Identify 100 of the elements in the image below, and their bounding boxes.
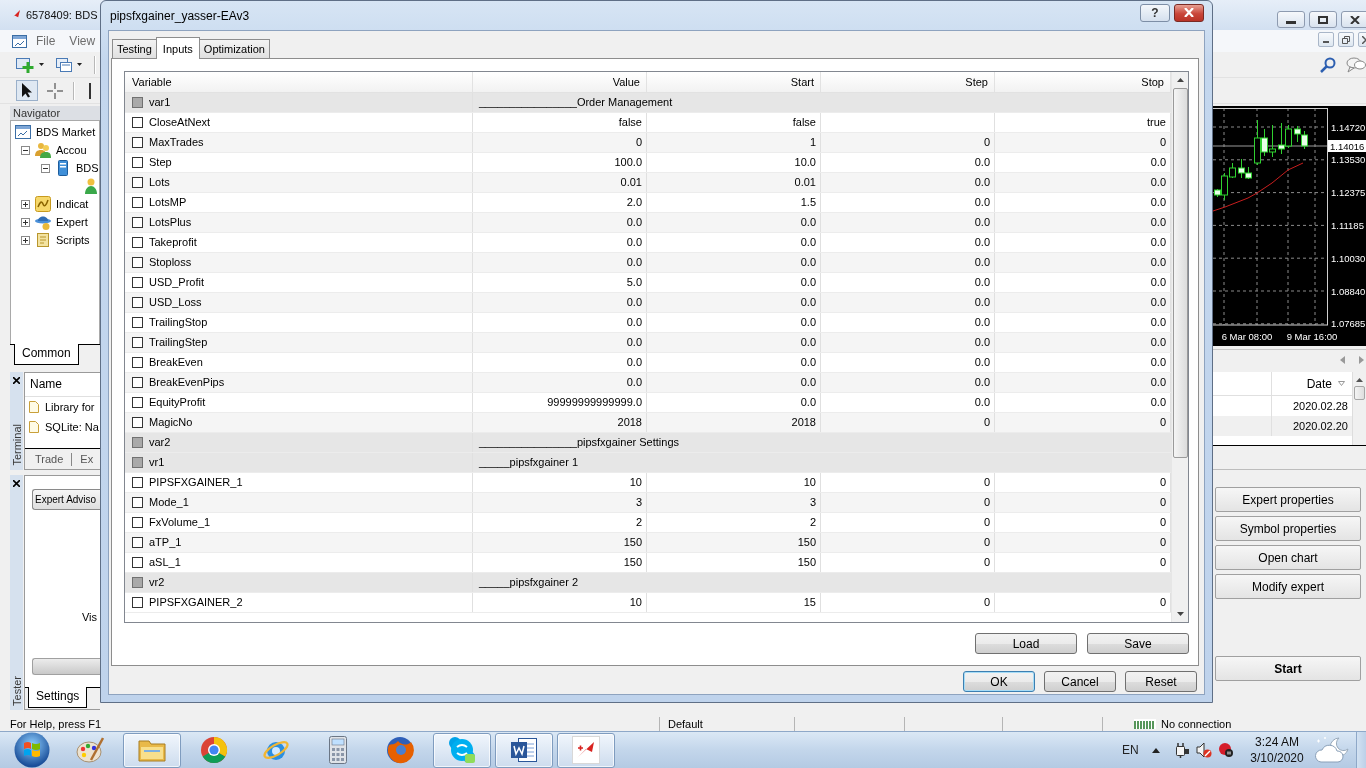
scrollbar[interactable] [1171, 72, 1188, 622]
table-cell[interactable]: 0.0 [821, 153, 995, 172]
tree-item[interactable]: Scripts [56, 234, 90, 246]
table-row[interactable]: BreakEven 0.0 0.0 0.0 0.0 [125, 353, 1171, 373]
scrollbar-thumb[interactable] [1172, 88, 1188, 458]
checkbox[interactable] [132, 437, 143, 448]
table-cell[interactable]: 5.0 [473, 273, 647, 292]
table-cell[interactable]: 0.0 [647, 373, 821, 392]
checkbox[interactable] [132, 277, 143, 288]
checkbox[interactable] [132, 297, 143, 308]
table-cell[interactable]: 0.0 [647, 213, 821, 232]
badge-disc-icon[interactable] [1219, 743, 1233, 757]
user-icon[interactable] [83, 178, 99, 194]
checkbox[interactable] [132, 197, 143, 208]
panel-button[interactable]: Expert properties [1215, 487, 1361, 512]
close-button[interactable] [1341, 11, 1366, 28]
tab[interactable]: Testing [112, 39, 157, 58]
column-header[interactable]: Step [821, 72, 995, 92]
table-cell[interactable]: 0.0 [821, 353, 995, 372]
table-cell[interactable]: 0.0 [473, 213, 647, 232]
panel-button[interactable]: Modify expert [1215, 574, 1361, 599]
table-cell[interactable]: 100.0 [473, 153, 647, 172]
language-indicator[interactable]: EN [1122, 743, 1139, 757]
dialog-button[interactable]: Cancel [1044, 671, 1116, 692]
panel-tab[interactable]: Ex [80, 453, 94, 465]
table-row[interactable]: LotsPlus 0.0 0.0 0.0 0.0 [125, 213, 1171, 233]
table-cell[interactable]: 0.0 [647, 293, 821, 312]
dialog-button[interactable]: Save [1087, 633, 1189, 654]
table-cell[interactable]: 150 [473, 553, 647, 572]
checkbox[interactable] [132, 457, 143, 468]
plug-icon[interactable] [1173, 742, 1189, 758]
table-cell[interactable]: 10 [473, 473, 647, 492]
close-icon[interactable] [13, 377, 20, 384]
table-row[interactable]: BreakEvenPips 0.0 0.0 0.0 0.0 [125, 373, 1171, 393]
checkbox[interactable] [132, 97, 143, 108]
table-cell[interactable]: false [647, 113, 821, 132]
help-button[interactable]: ? [1140, 3, 1170, 22]
table-row[interactable]: Takeprofit 0.0 0.0 0.0 0.0 [125, 233, 1171, 253]
table-cell[interactable]: 3 [473, 493, 647, 512]
checkbox[interactable] [132, 477, 143, 488]
table-cell[interactable]: 10.0 [647, 153, 821, 172]
caret-down-icon[interactable] [39, 63, 44, 66]
table-row[interactable]: vr1 _____pipsfxgainer 1 [125, 453, 1171, 473]
table-row[interactable]: var2 ________________pipsfxgainer Settings [125, 433, 1171, 453]
table-row[interactable]: Step 100.0 10.0 0.0 0.0 [125, 153, 1171, 173]
table-row[interactable]: MaxTrades 0 1 0 0 [125, 133, 1171, 153]
start-button[interactable]: Start [1215, 656, 1361, 681]
table-cell[interactable]: 0.01 [473, 173, 647, 192]
table-cell[interactable]: 0 [821, 413, 995, 432]
dialog-button[interactable]: Reset [1125, 671, 1197, 692]
table-cell[interactable]: 0.0 [647, 313, 821, 332]
list-item[interactable]: Library for [45, 401, 95, 413]
expand-icon[interactable] [21, 199, 30, 209]
tree-item[interactable]: BDS Market [36, 126, 96, 138]
caret-up-icon[interactable] [1152, 747, 1160, 753]
table-cell[interactable]: 0 [821, 493, 995, 512]
column-header[interactable]: Start [647, 72, 821, 92]
checkbox[interactable] [132, 557, 143, 568]
table-row[interactable]: FxVolume_1 2 2 0 0 [125, 513, 1171, 533]
column-header[interactable]: Variable [125, 72, 473, 92]
table-cell[interactable]: 0.0 [647, 333, 821, 352]
table-cell[interactable]: 99999999999999.0 [473, 393, 647, 412]
table-cell[interactable]: 0.01 [647, 173, 821, 192]
table-cell[interactable]: 10 [647, 473, 821, 492]
tab[interactable]: Optimization [198, 39, 270, 58]
menu-item[interactable]: File [29, 34, 63, 48]
list-item[interactable]: SQLite: Na [45, 421, 99, 433]
restore-button[interactable] [1338, 32, 1354, 47]
table-cell[interactable]: false [473, 113, 647, 132]
table-cell[interactable]: 0 [821, 513, 995, 532]
table-cell[interactable]: 2018 [647, 413, 821, 432]
checkbox[interactable] [132, 157, 143, 168]
collapse-icon[interactable] [41, 163, 50, 173]
table-cell[interactable]: 0.0 [821, 293, 995, 312]
checkbox[interactable] [132, 217, 143, 228]
table-row[interactable]: TrailingStop 0.0 0.0 0.0 0.0 [125, 313, 1171, 333]
panel-tab[interactable]: Trade [35, 453, 64, 465]
restore-button[interactable] [1309, 11, 1337, 28]
chat-bubbles-icon[interactable] [1346, 56, 1366, 73]
scrollbar-thumb[interactable] [1354, 386, 1365, 400]
table-cell[interactable]: 1.5 [647, 193, 821, 212]
table-cell[interactable]: 0.0 [473, 253, 647, 272]
checkbox[interactable] [132, 497, 143, 508]
dialog-button[interactable]: Load [975, 633, 1077, 654]
checkbox[interactable] [132, 597, 143, 608]
plus-window-icon[interactable] [16, 56, 34, 73]
table-cell[interactable]: 0.0 [473, 313, 647, 332]
crosshair-icon[interactable] [47, 82, 63, 99]
checkbox[interactable] [132, 337, 143, 348]
search-icon[interactable] [1320, 56, 1336, 73]
panel-tab[interactable]: Common [14, 344, 79, 365]
table-cell[interactable]: 10 [473, 593, 647, 612]
sort-icon[interactable] [1338, 381, 1345, 386]
checkbox[interactable] [132, 317, 143, 328]
column-header[interactable]: Value [473, 72, 647, 92]
clock[interactable]: 3:24 AM 3/10/2020 [1247, 734, 1307, 766]
tree-item[interactable]: Indicat [56, 198, 89, 210]
table-cell[interactable]: 0.0 [473, 333, 647, 352]
table-cell[interactable]: 0.0 [647, 273, 821, 292]
checkbox[interactable] [132, 537, 143, 548]
